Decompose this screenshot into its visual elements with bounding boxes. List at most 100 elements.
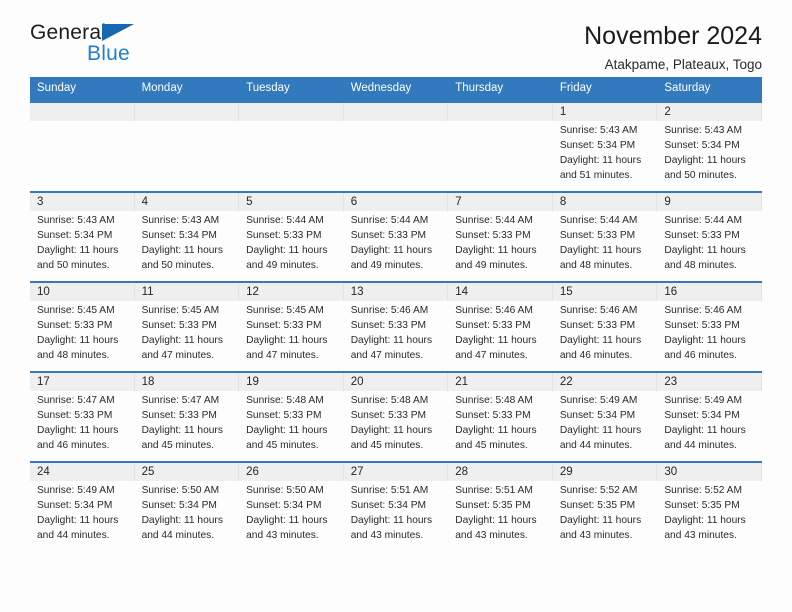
calendar-page: General Blue November 2024 Atakpame, Pla… [0,0,792,612]
weekday-header-thursday: Thursday [448,77,553,102]
calendar-day-cell[interactable]: 20 Sunrise: 5:48 AM Sunset: 5:33 PM Dayligh… [343,370,449,462]
day-number: 2 [657,102,762,121]
daylight-duration-line-1: Daylight: 11 hours [455,514,537,526]
sunrise-time: Sunrise: 5:48 AM [350,394,429,406]
sunrise-time: Sunrise: 5:44 AM [559,214,638,226]
calendar-day-cell[interactable]: 16 Sunrise: 5:46 AM Sunset: 5:33 PM Dayligh… [657,280,762,372]
sunrise-time: Sunrise: 5:45 AM [37,304,115,316]
weekday-header-row: Sunday Monday Tuesday Wednesday Thursday… [30,77,762,102]
calendar-day-cell[interactable]: 19 Sunrise: 5:48 AM Sunset: 5:33 PM Dayligh… [239,370,344,462]
calendar-day-cell[interactable]: 28 Sunrise: 5:51 AM Sunset: 5:35 PM Dayligh… [448,460,553,551]
calendar-day-cell[interactable]: 1 Sunrise: 5:43 AM Sunset: 5:34 PM Daylight… [552,100,658,192]
sunrise-time: Sunrise: 5:46 AM [664,304,742,316]
calendar-day-cell[interactable]: 4 Sunrise: 5:43 AM Sunset: 5:34 PM Daylight… [134,190,240,282]
sunrise-time: Sunrise: 5:48 AM [246,394,324,406]
day-number: 1 [552,102,658,121]
sunset-time: Sunset: 5:33 PM [141,409,217,421]
calendar-day-cell[interactable]: 15 Sunrise: 5:46 AM Sunset: 5:33 PM Dayligh… [552,280,658,372]
calendar-day-cell[interactable]: 11 Sunrise: 5:45 AM Sunset: 5:33 PM Dayligh… [134,280,240,372]
daylight-duration-line-1: Daylight: 11 hours [559,424,642,436]
sunset-time: Sunset: 5:33 PM [246,229,322,241]
day-details: Sunrise: 5:49 AM Sunset: 5:34 PM Daylight:… [30,481,135,544]
calendar-day-cell[interactable]: 12 Sunrise: 5:45 AM Sunset: 5:33 PM Dayligh… [239,280,344,372]
sunset-time: Sunset: 5:33 PM [141,319,217,331]
daylight-duration-line-1: Daylight: 11 hours [37,334,119,346]
sunset-time: Sunset: 5:34 PM [664,409,740,421]
calendar-day-cell[interactable]: 21 Sunrise: 5:48 AM Sunset: 5:33 PM Dayligh… [448,370,553,462]
sunrise-time: Sunrise: 5:49 AM [559,394,638,406]
day-number [448,102,553,121]
sunset-time: Sunset: 5:35 PM [664,499,740,511]
day-details: Sunrise: 5:46 AM Sunset: 5:33 PM Daylight:… [657,301,762,364]
daylight-duration-line-2: and 45 minutes. [350,439,424,451]
sunset-time: Sunset: 5:34 PM [246,499,322,511]
day-number [134,102,240,121]
sunrise-time: Sunrise: 5:44 AM [350,214,429,226]
day-number [30,102,135,121]
calendar-day-cell[interactable]: 30 Sunrise: 5:52 AM Sunset: 5:35 PM Dayligh… [657,460,762,551]
calendar-day-cell-empty [239,100,344,192]
daylight-duration-line-1: Daylight: 11 hours [455,334,537,346]
daylight-duration-line-1: Daylight: 11 hours [455,244,537,256]
daylight-duration-line-1: Daylight: 11 hours [246,514,328,526]
calendar-day-cell[interactable]: 29 Sunrise: 5:52 AM Sunset: 5:35 PM Dayligh… [552,460,658,551]
daylight-duration-line-2: and 47 minutes. [246,349,319,361]
daylight-duration-line-2: and 49 minutes. [246,259,319,271]
calendar-day-cell[interactable]: 17 Sunrise: 5:47 AM Sunset: 5:33 PM Dayligh… [30,370,135,462]
sunrise-time: Sunrise: 5:46 AM [350,304,429,316]
day-number: 11 [134,282,240,301]
day-details: Sunrise: 5:43 AM Sunset: 5:34 PM Daylight:… [135,211,240,274]
calendar-day-cell[interactable]: 14 Sunrise: 5:46 AM Sunset: 5:33 PM Dayligh… [448,280,553,372]
sunset-time: Sunset: 5:33 PM [350,409,427,421]
location-subtitle: Atakpame, Plateaux, Togo [604,57,762,72]
day-number: 26 [239,462,344,481]
sunrise-time: Sunrise: 5:46 AM [559,304,638,316]
daylight-duration-line-2: and 48 minutes. [664,259,737,271]
daylight-duration-line-1: Daylight: 11 hours [350,514,433,526]
daylight-duration-line-2: and 47 minutes. [350,349,424,361]
day-number: 10 [30,282,135,301]
general-blue-logo[interactable]: General Blue [30,22,148,70]
calendar-day-cell[interactable]: 13 Sunrise: 5:46 AM Sunset: 5:33 PM Dayligh… [343,280,449,372]
calendar-day-cell[interactable]: 18 Sunrise: 5:47 AM Sunset: 5:33 PM Dayligh… [134,370,240,462]
sunset-time: Sunset: 5:33 PM [350,229,427,241]
calendar-day-cell[interactable]: 10 Sunrise: 5:45 AM Sunset: 5:33 PM Dayligh… [30,280,135,372]
day-details: Sunrise: 5:44 AM Sunset: 5:33 PM Daylight:… [344,211,449,274]
sunset-time: Sunset: 5:34 PM [559,409,636,421]
day-details: Sunrise: 5:47 AM Sunset: 5:33 PM Daylight:… [135,391,240,454]
daylight-duration-line-1: Daylight: 11 hours [141,514,223,526]
day-number: 16 [657,282,762,301]
calendar-day-cell[interactable]: 27 Sunrise: 5:51 AM Sunset: 5:34 PM Dayligh… [343,460,449,551]
daylight-duration-line-2: and 44 minutes. [37,529,110,541]
daylight-duration-line-1: Daylight: 11 hours [141,424,223,436]
calendar-day-cell[interactable]: 7 Sunrise: 5:44 AM Sunset: 5:33 PM Daylight… [448,190,553,282]
calendar-day-cell[interactable]: 5 Sunrise: 5:44 AM Sunset: 5:33 PM Daylight… [239,190,344,282]
calendar-day-cell[interactable]: 23 Sunrise: 5:49 AM Sunset: 5:34 PM Dayligh… [657,370,762,462]
sunset-time: Sunset: 5:33 PM [455,319,531,331]
calendar-day-cell[interactable]: 25 Sunrise: 5:50 AM Sunset: 5:34 PM Dayligh… [134,460,240,551]
day-number: 15 [552,282,658,301]
day-number: 28 [448,462,553,481]
calendar-day-cell[interactable]: 22 Sunrise: 5:49 AM Sunset: 5:34 PM Dayligh… [552,370,658,462]
calendar-day-cell[interactable]: 26 Sunrise: 5:50 AM Sunset: 5:34 PM Dayligh… [239,460,344,551]
daylight-duration-line-1: Daylight: 11 hours [350,334,433,346]
calendar-day-cell[interactable]: 24 Sunrise: 5:49 AM Sunset: 5:34 PM Dayligh… [30,460,135,551]
calendar-day-cell[interactable]: 9 Sunrise: 5:44 AM Sunset: 5:33 PM Daylight… [657,190,762,282]
sunset-time: Sunset: 5:33 PM [350,319,427,331]
daylight-duration-line-2: and 43 minutes. [246,529,319,541]
day-number: 3 [30,192,135,211]
daylight-duration-line-2: and 43 minutes. [559,529,633,541]
logo-triangle-icon [102,24,134,41]
daylight-duration-line-2: and 46 minutes. [664,349,737,361]
calendar-day-cell[interactable]: 8 Sunrise: 5:44 AM Sunset: 5:33 PM Daylight… [552,190,658,282]
day-number [239,102,344,121]
calendar-day-cell[interactable]: 6 Sunrise: 5:44 AM Sunset: 5:33 PM Daylight… [343,190,449,282]
daylight-duration-line-2: and 49 minutes. [455,259,528,271]
daylight-duration-line-2: and 45 minutes. [246,439,319,451]
sunset-time: Sunset: 5:33 PM [559,319,636,331]
calendar-day-cell[interactable]: 3 Sunrise: 5:43 AM Sunset: 5:34 PM Daylight… [30,190,135,282]
day-details: Sunrise: 5:44 AM Sunset: 5:33 PM Daylight:… [657,211,762,274]
calendar-day-cell[interactable]: 2 Sunrise: 5:43 AM Sunset: 5:34 PM Daylight… [657,100,762,192]
daylight-duration-line-2: and 46 minutes. [559,349,633,361]
daylight-duration-line-2: and 47 minutes. [455,349,528,361]
